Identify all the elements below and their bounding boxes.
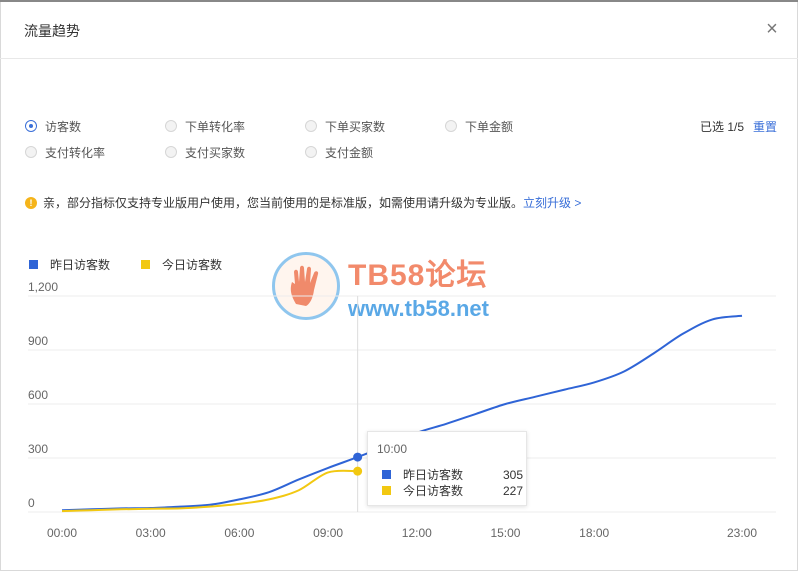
radio-icon[interactable] xyxy=(165,120,177,132)
legend-swatch-icon xyxy=(29,260,38,269)
option-label: 下单转化率 xyxy=(185,119,246,134)
upgrade-notice: ! 亲，部分指标仅支持专业版用户使用，您当前使用的是标准版，如需使用请升级为专业… xyxy=(25,194,581,211)
x-tick-label: 03:00 xyxy=(136,526,166,540)
radio-icon[interactable] xyxy=(445,120,457,132)
warning-icon: ! xyxy=(25,196,37,209)
highlight-point-yesterday xyxy=(353,452,363,462)
dialog-header: 流量趋势 × xyxy=(0,0,798,59)
notice-text: 亲，部分指标仅支持专业版用户使用，您当前使用的是标准版，如需使用请升级为专业版。 xyxy=(43,196,524,210)
radio-icon[interactable] xyxy=(305,146,317,158)
tooltip-row-today: 今日访客数 227 xyxy=(382,482,523,499)
tooltip-label: 今日访客数 xyxy=(403,484,464,498)
option-pay-buyers[interactable]: 支付买家数 xyxy=(165,144,245,160)
tooltip-swatch-icon xyxy=(382,486,391,495)
option-label: 访客数 xyxy=(45,119,82,134)
radio-checked-icon[interactable] xyxy=(25,120,37,132)
option-label: 支付转化率 xyxy=(45,145,106,160)
y-tick-label: 600 xyxy=(28,388,48,402)
tooltip-value: 227 xyxy=(502,483,523,498)
option-pay-conversion[interactable]: 支付转化率 xyxy=(25,144,105,160)
radio-icon[interactable] xyxy=(165,146,177,158)
legend-swatch-icon xyxy=(141,260,150,269)
traffic-line-chart: 0 300 600 900 1,200 00:00 03:00 06:00 09:00 12:00… xyxy=(28,280,776,540)
option-label: 下单买家数 xyxy=(325,119,386,134)
x-tick-label: 15:00 xyxy=(490,526,520,540)
x-tick-label: 06:00 xyxy=(224,526,254,540)
upgrade-link[interactable]: 立刻升级 > xyxy=(523,194,581,211)
chart-tooltip: 10:00 昨日访客数 305 今日访客数 227 xyxy=(367,431,527,506)
x-tick-label: 12:00 xyxy=(402,526,432,540)
tooltip-value: 305 xyxy=(502,467,523,482)
x-tick-label: 09:00 xyxy=(313,526,343,540)
option-pay-amount[interactable]: 支付金额 xyxy=(305,144,373,160)
x-tick-label: 18:00 xyxy=(579,526,609,540)
tooltip-label: 昨日访客数 xyxy=(403,468,464,482)
option-order-amount[interactable]: 下单金额 xyxy=(445,118,513,134)
option-visitors[interactable]: 访客数 xyxy=(25,118,81,134)
y-tick-label: 0 xyxy=(28,496,35,510)
close-icon[interactable]: × xyxy=(761,18,783,40)
option-order-buyers[interactable]: 下单买家数 xyxy=(305,118,385,134)
x-tick-label: 00:00 xyxy=(47,526,77,540)
highlight-point-today xyxy=(353,466,363,476)
y-tick-label: 900 xyxy=(28,334,48,348)
option-order-conversion[interactable]: 下单转化率 xyxy=(165,118,245,134)
radio-icon[interactable] xyxy=(25,146,37,158)
dialog-title: 流量趋势 xyxy=(24,23,80,39)
option-label: 支付买家数 xyxy=(185,145,246,160)
option-label: 支付金额 xyxy=(325,145,374,160)
reset-link[interactable]: 重置 xyxy=(753,118,777,135)
y-tick-label: 300 xyxy=(28,442,48,456)
option-label: 下单金额 xyxy=(465,119,514,134)
selected-count: 已选 1/5 xyxy=(700,120,745,134)
radio-icon[interactable] xyxy=(305,120,317,132)
y-tick-label: 1,200 xyxy=(28,280,58,294)
x-tick-label: 23:00 xyxy=(727,526,757,540)
tooltip-swatch-icon xyxy=(382,470,391,479)
tooltip-row-yesterday: 昨日访客数 305 xyxy=(382,466,523,483)
tooltip-time: 10:00 xyxy=(377,442,408,456)
